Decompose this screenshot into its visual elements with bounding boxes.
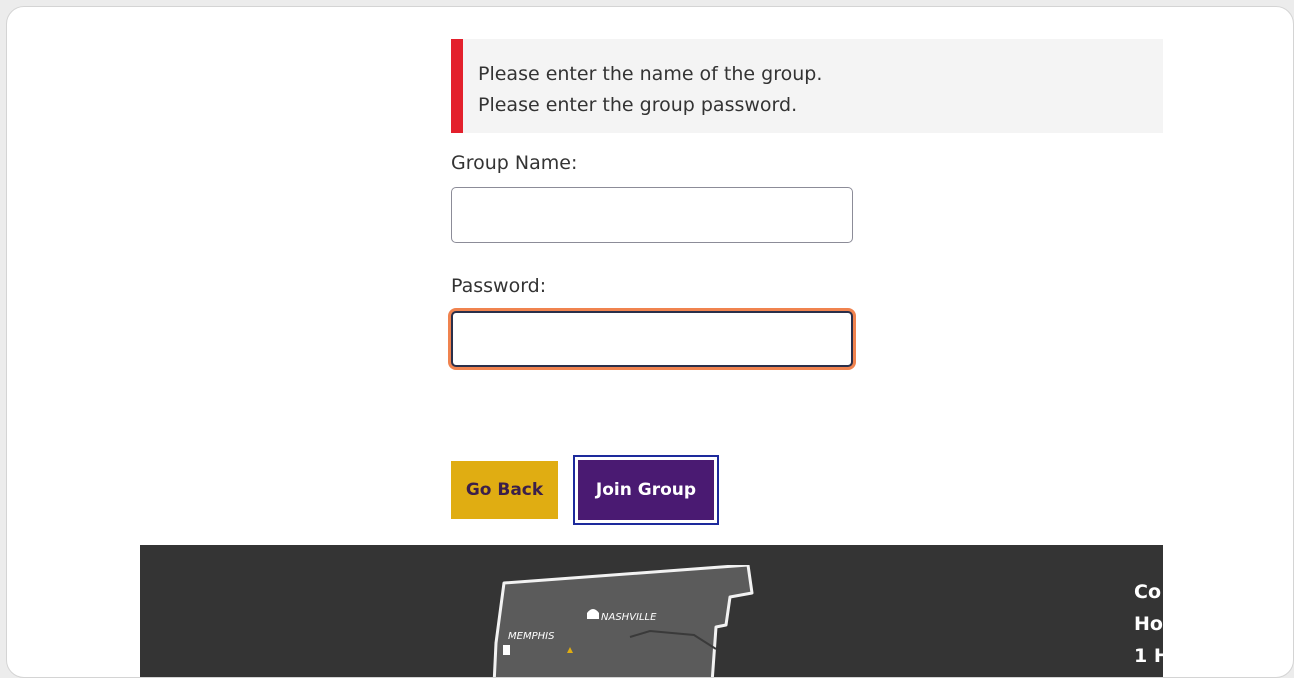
footer-text-line-3: 1 H (1134, 645, 1163, 667)
page-content: Please enter the name of the group. Plea… (7, 7, 1293, 677)
tennessee-map-icon: NASHVILLE MEMPHIS (492, 565, 754, 677)
memphis-marker-icon (503, 645, 510, 655)
browser-frame: Please enter the name of the group. Plea… (6, 6, 1294, 678)
error-summary: Please enter the name of the group. Plea… (451, 39, 1163, 133)
join-group-focus-ring: Join Group (573, 455, 719, 525)
footer-text-line-2: Ho (1134, 613, 1163, 635)
site-footer: NASHVILLE MEMPHIS Co Ho 1 H (140, 545, 1163, 677)
footer-text-line-1: Co (1134, 581, 1161, 603)
join-group-button[interactable]: Join Group (578, 460, 714, 520)
group-name-input[interactable] (451, 187, 853, 243)
password-label: Password: (451, 275, 547, 297)
error-message-group-name: Please enter the name of the group. (478, 63, 823, 85)
password-input[interactable] (451, 311, 853, 367)
error-message-password: Please enter the group password. (478, 94, 798, 116)
map-label-memphis: MEMPHIS (508, 631, 555, 642)
go-back-button[interactable]: Go Back (451, 461, 558, 519)
map-label-nashville: NASHVILLE (601, 612, 657, 623)
group-name-label: Group Name: (451, 152, 578, 174)
